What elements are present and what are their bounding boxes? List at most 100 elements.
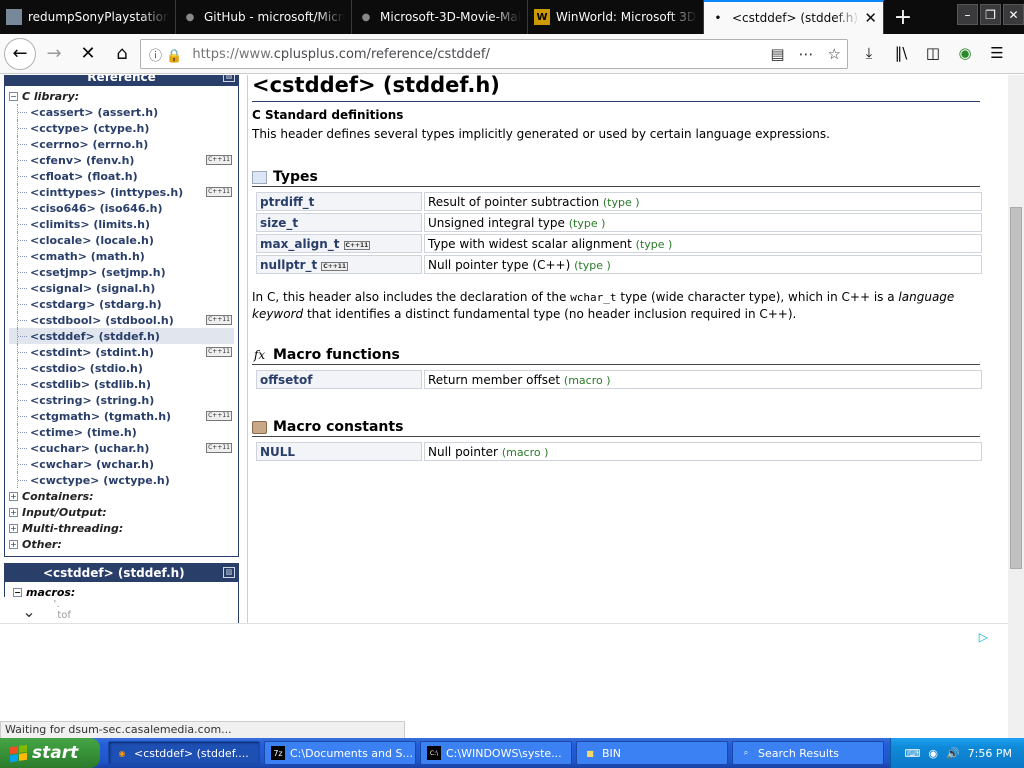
sidebar-item-label: <cstdbool> (stdbool.h) <box>30 313 174 327</box>
bookmark-star-icon[interactable]: ☆ <box>828 45 841 63</box>
sidebar-item[interactable]: <cfloat> (float.h) <box>9 168 234 184</box>
sidebar-item[interactable]: <cwctype> (wctype.h) <box>9 472 234 488</box>
network-icon[interactable]: ◉ <box>928 747 938 760</box>
sidebar-item[interactable]: <cfenv> (fenv.h) C++11 <box>9 152 234 168</box>
tree-group[interactable]: − C library: <box>9 88 234 104</box>
sidebar-item[interactable]: <cwchar> (wchar.h) <box>9 456 234 472</box>
winworld-icon: W <box>534 9 550 25</box>
taskbar-button[interactable]: C:\ C:\WINDOWS\syste... <box>420 741 572 765</box>
sidebar-item[interactable]: <cstring> (string.h) <box>9 392 234 408</box>
minimize-button[interactable]: – <box>957 4 978 25</box>
back-button[interactable]: ← <box>4 37 36 70</box>
lower-scrollbar[interactable] <box>1008 623 1024 738</box>
entity-link[interactable]: offsetof <box>260 373 312 387</box>
page-vertical-scrollbar[interactable] <box>1008 75 1024 623</box>
sidebar-item[interactable]: <ciso646> (iso646.h) <box>9 200 234 216</box>
taskbar-button[interactable]: ◉ <cstddef> (stddef.... <box>108 741 260 765</box>
expander-icon[interactable]: + <box>9 539 18 549</box>
new-tab-button[interactable]: + <box>884 0 922 34</box>
sidebar-item[interactable]: <cctype> (ctype.h) <box>9 120 234 136</box>
keyboard-icon[interactable]: ⌨ <box>904 747 920 760</box>
tree-connector <box>18 160 27 161</box>
sidebar-item[interactable]: <clocale> (locale.h) <box>9 232 234 248</box>
sidebar-item[interactable]: <cassert> (assert.h) <box>9 104 234 120</box>
sidebar-item[interactable]: <cinttypes> (inttypes.h) C++11 <box>9 184 234 200</box>
sidebar-item[interactable]: <cstdarg> (stdarg.h) <box>9 296 234 312</box>
expander-icon[interactable]: − <box>9 91 18 101</box>
entity-name-cell: offsetof <box>256 370 422 389</box>
expander-icon[interactable]: + <box>9 491 18 501</box>
chevron-down-icon[interactable]: ⌄ <box>0 597 58 625</box>
expander-icon[interactable]: + <box>9 523 18 533</box>
taskbar-button[interactable]: ■ BIN <box>576 741 728 765</box>
sidebar-item[interactable]: <ctime> (time.h) <box>9 424 234 440</box>
close-tab-icon[interactable]: ✕ <box>864 9 877 27</box>
sidebar-item[interactable]: <cstdlib> (stdlib.h) <box>9 376 234 392</box>
taskbar-button-label: BIN <box>602 746 622 760</box>
expander-icon[interactable]: + <box>9 507 18 517</box>
sidebar-item[interactable]: <cstdio> (stdio.h) <box>9 360 234 376</box>
home-button[interactable]: ⌂ <box>106 38 138 70</box>
sidebar-item[interactable]: <csetjmp> (setjmp.h) <box>9 264 234 280</box>
collapse-box-icon[interactable]: ▨ <box>223 567 235 578</box>
reference-tree: − C library: <cassert> (assert.h) <cctype> … <box>5 86 238 556</box>
start-button[interactable]: start <box>0 738 100 768</box>
sidebar-item[interactable]: <ctgmath> (tgmath.h) C++11 <box>9 408 234 424</box>
sidebar-item[interactable]: <cstddef> (stddef.h) <box>9 328 234 344</box>
sidebar-toggle-icon[interactable]: ◫ <box>920 38 946 68</box>
scrollbar-thumb[interactable] <box>1010 207 1022 569</box>
expander-icon[interactable]: − <box>13 588 22 597</box>
reference-tree-box: Reference ▨ − C library: <cassert> (assert… <box>4 75 239 557</box>
adchoices-icon[interactable]: ▷ <box>979 630 988 644</box>
sidebar-item[interactable]: <cerrno> (errno.h) <box>9 136 234 152</box>
url-bar[interactable]: ⓘ 🔒 https://www. cplusplus.com/reference/… <box>140 39 848 69</box>
taskbar-button[interactable]: 7z C:\Documents and S... <box>264 741 416 765</box>
page-actions-icon[interactable]: ⋯ <box>799 45 814 63</box>
forward-button[interactable]: → <box>38 38 70 70</box>
types-icon <box>252 170 267 184</box>
extension-globe-icon[interactable]: ◉ <box>952 38 978 68</box>
sidebar-item[interactable]: <climits> (limits.h) <box>9 216 234 232</box>
restore-button[interactable]: ❐ <box>980 4 1001 25</box>
menu-icon[interactable]: ☰ <box>984 38 1010 68</box>
collapse-box-icon[interactable]: ▨ <box>223 75 235 82</box>
sidebar-item[interactable]: <cstdbool> (stdbool.h) C++11 <box>9 312 234 328</box>
library-icon[interactable]: ‖\ <box>888 38 914 68</box>
tree-group-label: Containers: <box>22 489 94 503</box>
tree-group[interactable]: + Containers: <box>9 488 234 504</box>
sidebar-item[interactable]: <csignal> (signal.h) <box>9 280 234 296</box>
taskbar-button[interactable]: ⌕ Search Results <box>732 741 884 765</box>
reader-view-icon[interactable]: ▤ <box>770 45 784 63</box>
github-icon: ● <box>185 11 195 23</box>
entity-link[interactable]: NULL <box>260 445 295 459</box>
clock[interactable]: 7:56 PM <box>968 747 1012 760</box>
cpp11-badge: C++11 <box>206 315 232 325</box>
browser-tab[interactable]: • <cstddef> (stddef.h) - C ✕ <box>704 0 884 34</box>
stop-loading-button[interactable]: ✕ <box>72 38 104 70</box>
browser-tab[interactable]: ● Microsoft-3D-Movie-Mak <box>352 0 528 34</box>
downloads-icon[interactable]: ⤓ <box>856 38 882 68</box>
reference-sidebar: Reference ▨ − C library: <cassert> (assert… <box>4 75 239 623</box>
sidebar-item[interactable]: <cuchar> (uchar.h) C++11 <box>9 440 234 456</box>
entity-link[interactable]: ptrdiff_t <box>260 195 314 209</box>
entity-link[interactable]: max_align_t <box>260 237 340 251</box>
start-label: start <box>32 743 79 763</box>
entity-link[interactable]: nullptr_t <box>260 258 317 272</box>
tree-group[interactable]: + Other: <box>9 536 234 552</box>
sidebar-item-label: <csetjmp> (setjmp.h) <box>30 265 166 279</box>
types-row: nullptr_t C++11 Null pointer type (C++) (t… <box>256 255 982 274</box>
volume-icon[interactable]: 🔊 <box>946 747 960 760</box>
tree-group[interactable]: + Multi-threading: <box>9 520 234 536</box>
sidebar-item[interactable]: <cmath> (math.h) <box>9 248 234 264</box>
entity-name-cell: NULL <box>256 442 422 461</box>
browser-tab[interactable]: W WinWorld: Microsoft 3D... <box>528 0 704 34</box>
close-window-button[interactable]: ✕ <box>1003 4 1024 25</box>
entity-link[interactable]: size_t <box>260 216 298 230</box>
browser-tab[interactable]: redumpSonyPlaystation... <box>0 0 176 34</box>
types-heading-text: Types <box>273 169 318 185</box>
sidebar-item[interactable]: <cstdint> (stdint.h) C++11 <box>9 344 234 360</box>
browser-tab[interactable]: ● GitHub - microsoft/Micro <box>176 0 352 34</box>
site-info-icon[interactable]: ⓘ 🔒 <box>149 45 182 64</box>
tree-group[interactable]: + Input/Output: <box>9 504 234 520</box>
macro-constants-table: NULL Null pointer (macro ) <box>254 440 984 463</box>
